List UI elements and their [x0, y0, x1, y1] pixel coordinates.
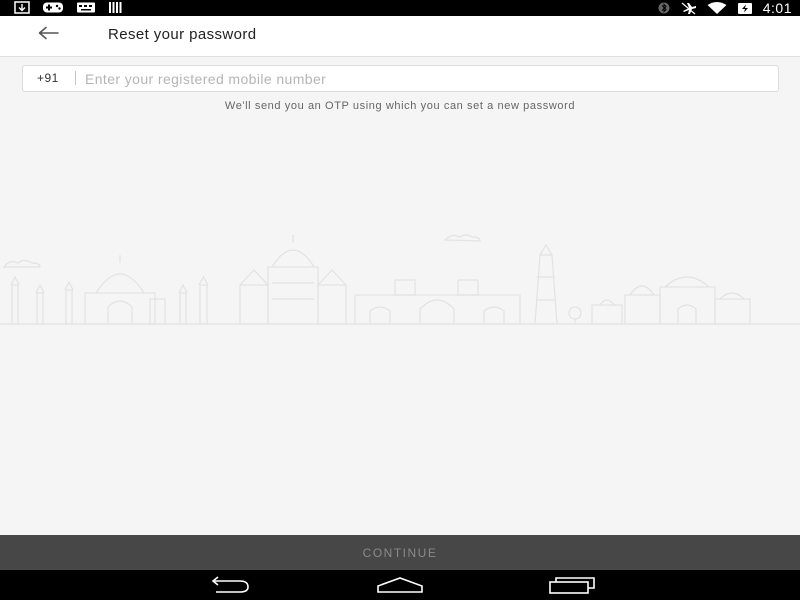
app-bar: Reset your password	[0, 16, 800, 57]
bluetooth-icon	[658, 2, 670, 14]
wifi-icon	[707, 1, 727, 14]
home-nav-icon[interactable]	[376, 576, 424, 594]
barcode-icon	[109, 2, 122, 13]
mobile-number-input[interactable]	[83, 68, 767, 90]
helper-text: We'll send you an OTP using which you ca…	[224, 100, 576, 112]
gamepad-icon	[43, 2, 63, 13]
back-nav-icon[interactable]	[206, 576, 252, 594]
airplane-mute-icon	[681, 2, 696, 14]
status-bar-notifications	[14, 1, 124, 14]
country-code: +91	[37, 71, 59, 85]
keyboard-icon	[77, 2, 95, 13]
continue-button[interactable]: CONTINUE	[0, 535, 800, 570]
status-bar-system: 4:01	[657, 0, 792, 16]
page-title: Reset your password	[108, 26, 257, 43]
arrow-left-icon[interactable]	[34, 24, 62, 46]
input-divider	[75, 71, 76, 85]
download-icon	[14, 1, 30, 14]
city-skyline-illustration	[0, 234, 800, 325]
phone-input-row: +91	[22, 65, 779, 92]
status-bar: 4:01	[0, 0, 800, 16]
recents-nav-icon[interactable]	[548, 576, 596, 594]
navigation-bar	[0, 570, 800, 600]
clock: 4:01	[762, 0, 792, 16]
battery-charging-icon	[737, 2, 752, 14]
